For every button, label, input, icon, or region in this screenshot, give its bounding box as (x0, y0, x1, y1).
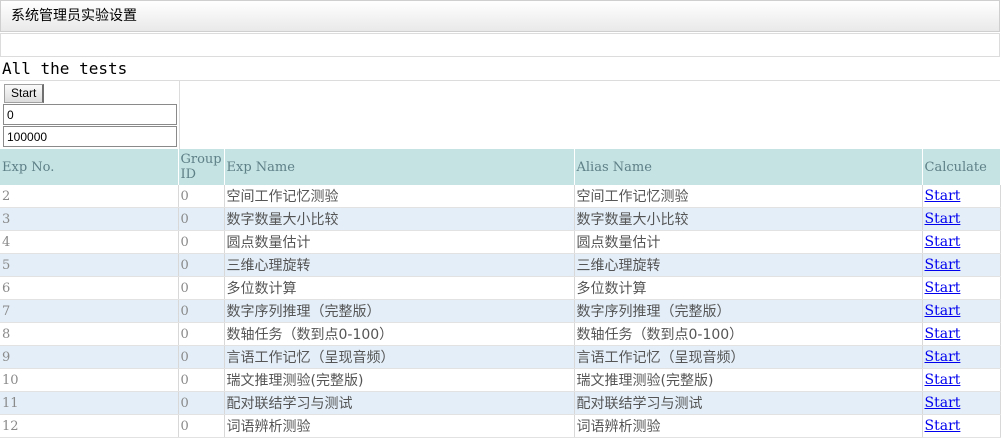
cell-alias-name: 圆点数量估计 (574, 230, 923, 254)
cell-exp-no: 4 (0, 230, 179, 254)
col-header-alias-name: Alias Name (574, 149, 923, 185)
table-row: 7 0 数字序列推理（完整版） 数字序列推理（完整版） Start (0, 299, 1001, 323)
col-header-exp-no: Exp No. (0, 149, 179, 185)
table-row: 12 0 词语辨析测验 词语辨析测验 Start (0, 414, 1001, 438)
start-link[interactable]: Start (925, 349, 961, 365)
table-row: 8 0 数轴任务（数到点0-100） 数轴任务（数到点0-100） Start (0, 322, 1001, 346)
cell-group-id: 0 (178, 391, 225, 415)
cell-exp-no: 12 (0, 414, 179, 438)
page-title: 系统管理员实验设置 (11, 8, 137, 24)
range-to-input[interactable] (3, 126, 177, 147)
table-row: 11 0 配对联结学习与测试 配对联结学习与测试 Start (0, 391, 1001, 415)
cell-group-id: 0 (178, 414, 225, 438)
cell-exp-no: 5 (0, 253, 179, 277)
cell-calculate: Start (922, 414, 1001, 438)
cell-calculate: Start (922, 185, 1001, 208)
col-header-exp-name: Exp Name (224, 149, 575, 185)
cell-alias-name: 词语辨析测验 (574, 414, 923, 438)
cell-alias-name: 空间工作记忆测验 (574, 185, 923, 208)
cell-exp-name: 三维心理旋转 (224, 253, 575, 277)
col-header-group-id: Group ID (178, 149, 225, 185)
cell-exp-name: 圆点数量估计 (224, 230, 575, 254)
start-link[interactable]: Start (925, 211, 961, 227)
start-link[interactable]: Start (925, 257, 961, 273)
cell-exp-no: 2 (0, 185, 179, 208)
cell-alias-name: 数字数量大小比较 (574, 207, 923, 231)
cell-exp-name: 数字序列推理（完整版） (224, 299, 575, 323)
cell-exp-no: 11 (0, 391, 179, 415)
cell-alias-name: 三维心理旋转 (574, 253, 923, 277)
cell-exp-name: 瑞文推理测验(完整版) (224, 368, 575, 392)
table-row: 4 0 圆点数量估计 圆点数量估计 Start (0, 230, 1001, 254)
cell-group-id: 0 (178, 230, 225, 254)
cell-exp-no: 3 (0, 207, 179, 231)
cell-alias-name: 多位数计算 (574, 276, 923, 300)
cell-exp-name: 空间工作记忆测验 (224, 185, 575, 208)
cell-exp-name: 言语工作记忆（呈现音频） (224, 345, 575, 369)
cell-calculate: Start (922, 230, 1001, 254)
cell-exp-name: 数轴任务（数到点0-100） (224, 322, 575, 346)
start-button[interactable]: Start (4, 84, 45, 103)
cell-group-id: 0 (178, 185, 225, 208)
start-link[interactable]: Start (925, 303, 961, 319)
start-link[interactable]: Start (925, 326, 961, 342)
table-row: 5 0 三维心理旋转 三维心理旋转 Start (0, 253, 1001, 277)
table-row: 3 0 数字数量大小比较 数字数量大小比较 Start (0, 207, 1001, 231)
cell-calculate: Start (922, 253, 1001, 277)
table-row: 9 0 言语工作记忆（呈现音频） 言语工作记忆（呈现音频） Start (0, 345, 1001, 369)
cell-group-id: 0 (178, 322, 225, 346)
cell-exp-no: 8 (0, 322, 179, 346)
start-link[interactable]: Start (925, 234, 961, 250)
cell-calculate: Start (922, 299, 1001, 323)
range-from-input[interactable] (3, 104, 177, 125)
cell-group-id: 0 (178, 345, 225, 369)
range-controls: Start (0, 81, 180, 149)
cell-calculate: Start (922, 207, 1001, 231)
cell-exp-no: 7 (0, 299, 179, 323)
table-row: 10 0 瑞文推理测验(完整版) 瑞文推理测验(完整版) Start (0, 368, 1001, 392)
table-row: 2 0 空间工作记忆测验 空间工作记忆测验 Start (0, 185, 1001, 208)
cell-calculate: Start (922, 368, 1001, 392)
cell-exp-name: 多位数计算 (224, 276, 575, 300)
cell-group-id: 0 (178, 368, 225, 392)
page-header: 系统管理员实验设置 (0, 0, 1000, 32)
table-header-row: Exp No. Group ID Exp Name Alias Name Cal… (0, 149, 1001, 185)
start-link[interactable]: Start (925, 280, 961, 296)
cell-exp-name: 词语辨析测验 (224, 414, 575, 438)
table-row: 6 0 多位数计算 多位数计算 Start (0, 276, 1001, 300)
cell-exp-name: 数字数量大小比较 (224, 207, 575, 231)
col-header-calculate: Calculate (922, 149, 1001, 185)
cell-exp-no: 10 (0, 368, 179, 392)
cell-group-id: 0 (178, 207, 225, 231)
section-title: All the tests (0, 57, 1000, 81)
cell-alias-name: 配对联结学习与测试 (574, 391, 923, 415)
cell-calculate: Start (922, 391, 1001, 415)
cell-group-id: 0 (178, 253, 225, 277)
empty-bar (0, 33, 1000, 57)
cell-exp-no: 6 (0, 276, 179, 300)
tests-table: Exp No. Group ID Exp Name Alias Name Cal… (0, 149, 1001, 438)
start-link[interactable]: Start (925, 418, 961, 434)
cell-alias-name: 瑞文推理测验(完整版) (574, 368, 923, 392)
cell-exp-no: 9 (0, 345, 179, 369)
cell-alias-name: 数字序列推理（完整版） (574, 299, 923, 323)
start-link[interactable]: Start (925, 372, 961, 388)
cell-group-id: 0 (178, 276, 225, 300)
cell-calculate: Start (922, 322, 1001, 346)
cell-alias-name: 数轴任务（数到点0-100） (574, 322, 923, 346)
start-link[interactable]: Start (925, 395, 961, 411)
cell-exp-name: 配对联结学习与测试 (224, 391, 575, 415)
cell-alias-name: 言语工作记忆（呈现音频） (574, 345, 923, 369)
start-link[interactable]: Start (925, 188, 961, 204)
cell-calculate: Start (922, 345, 1001, 369)
cell-calculate: Start (922, 276, 1001, 300)
cell-group-id: 0 (178, 299, 225, 323)
